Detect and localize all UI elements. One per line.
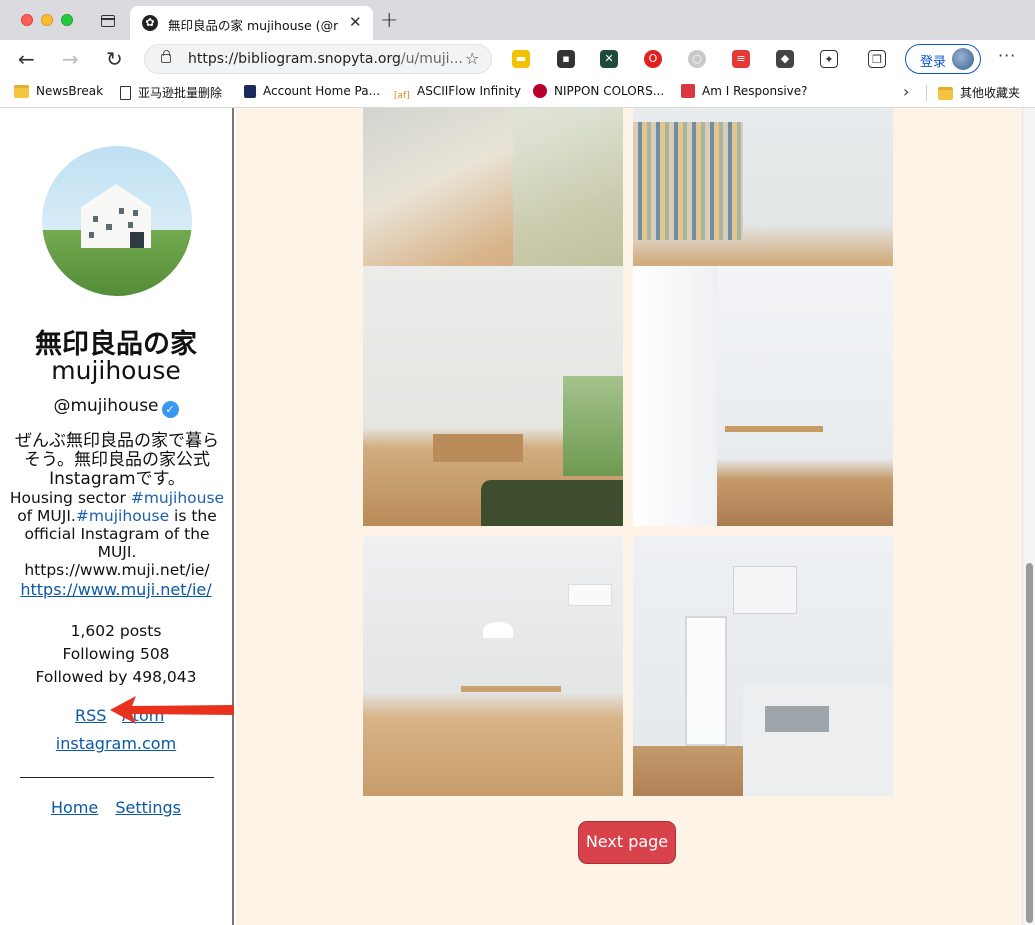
reload-icon[interactable]: ↻ (106, 47, 123, 71)
extension-notes-icon[interactable]: ▬ (512, 50, 530, 68)
browser-tab[interactable]: ✿ 無印良品の家 mujihouse (@mu ✕ (130, 6, 373, 40)
close-tab-icon[interactable]: ✕ (349, 13, 362, 31)
hashtag-link[interactable]: #mujihouse (76, 507, 169, 525)
photo-gallery: Next page (236, 108, 1022, 925)
instagram-link[interactable]: instagram.com (0, 734, 232, 753)
browser-toolbar: ← → ↻ https://bibliogram.snopyta.org/u/m… (0, 40, 1035, 78)
bookmark-amazon-delete[interactable]: 亚马逊批量删除 (120, 84, 222, 101)
close-window-button[interactable] (21, 14, 33, 26)
extension-circle-icon[interactable]: ○ (688, 50, 706, 68)
profile-stats: 1,602 posts Following 508 Followed by 49… (0, 620, 232, 689)
extensions-puzzle-icon[interactable]: ✦ (820, 50, 838, 68)
extension-diamond-icon[interactable]: ◆ (776, 50, 794, 68)
collections-icon[interactable]: ❐ (868, 50, 886, 68)
responsive-icon (681, 84, 695, 98)
folder-icon (938, 87, 953, 100)
home-link[interactable]: Home (51, 798, 98, 817)
rss-link[interactable]: RSS (75, 706, 106, 725)
url-text[interactable]: https://bibliogram.snopyta.org/u/muji... (188, 51, 463, 67)
more-menu-icon[interactable]: ··· (998, 46, 1016, 65)
profile-bio: ぜんぶ無印良品の家で暮らそう。無印良品の家公式Instagramです。 Hous… (9, 431, 225, 580)
scrollbar-thumb[interactable] (1026, 563, 1033, 923)
more-bookmarks-chevron-icon[interactable]: › (903, 82, 909, 101)
extension-x-icon[interactable]: ✕ (600, 50, 618, 68)
bookmark-separator (926, 85, 927, 101)
gallery-photo-3[interactable] (363, 266, 623, 526)
profile-avatar-icon (952, 48, 974, 70)
bookmark-other-favorites[interactable]: 其他收藏夹 (938, 84, 1020, 101)
minimize-window-button[interactable] (41, 14, 53, 26)
add-favorite-icon[interactable]: ☆ (465, 49, 479, 68)
bookmark-nippon-colors[interactable]: NIPPON COLORS... (533, 84, 664, 98)
circle-icon (533, 84, 547, 98)
maximize-window-button[interactable] (61, 14, 73, 26)
tab-title: 無印良品の家 mujihouse (@mu (168, 18, 338, 33)
extension-list-icon[interactable]: ≡ (732, 50, 750, 68)
page-scrollbar[interactable] (1022, 108, 1035, 925)
hashtag-link[interactable]: #mujihouse (131, 489, 224, 507)
annotation-arrow-icon (110, 696, 234, 724)
bookmark-asciiflow[interactable]: [af] ASCIIFlow Infinity (394, 84, 521, 104)
forward-arrow-icon[interactable]: → (62, 47, 79, 71)
extension-opera-icon[interactable]: O (644, 50, 662, 68)
gallery-photo-5[interactable] (363, 536, 623, 796)
address-bar[interactable]: https://bibliogram.snopyta.org/u/muji...… (144, 44, 492, 74)
new-tab-button[interactable]: + (380, 8, 398, 33)
profile-picture (42, 146, 192, 296)
folder-icon (14, 85, 29, 98)
bookmark-icon (244, 85, 256, 98)
gallery-photo-4[interactable] (633, 266, 893, 526)
followers-count: Followed by 498,043 (35, 668, 197, 686)
tab-actions-icon[interactable] (101, 15, 115, 27)
username: mujihouse (51, 356, 181, 385)
profile-sidebar: 無印良品の家 mujihouse @mujihouse ✓ ぜんぶ無印良品の家で暮… (0, 108, 234, 925)
posts-count: 1,602 posts (70, 622, 162, 640)
handle: @mujihouse ✓ (0, 396, 232, 418)
settings-link[interactable]: Settings (115, 798, 181, 817)
bookmark-newsbreak[interactable]: NewsBreak (14, 84, 103, 98)
browser-tab-bar: ✿ 無印良品の家 mujihouse (@mu ✕ + (0, 0, 1035, 40)
bookmark-am-i-responsive[interactable]: Am I Responsive? (681, 84, 808, 98)
back-arrow-icon[interactable]: ← (18, 47, 35, 71)
footer-links: Home Settings (0, 798, 232, 817)
house-image (81, 184, 151, 248)
gallery-photo-6[interactable] (633, 536, 893, 796)
bookmarks-bar: NewsBreak 亚马逊批量删除 Account Home Pa... [af… (0, 78, 1035, 108)
document-icon (120, 86, 131, 100)
verified-badge-icon: ✓ (161, 401, 179, 418)
sidebar-divider (20, 777, 214, 778)
asciiflow-icon: [af] (394, 91, 410, 101)
following-count: Following 508 (62, 645, 170, 663)
lock-icon[interactable] (161, 50, 171, 63)
extension-badge-icon[interactable]: ▪ (557, 50, 575, 68)
external-link[interactable]: https://www.muji.net/ie/ (0, 580, 232, 599)
login-button[interactable]: 登录 (905, 44, 981, 74)
bookmark-account-home[interactable]: Account Home Pa... (244, 84, 380, 98)
bibliogram-favicon-icon: ✿ (142, 15, 158, 31)
next-page-button[interactable]: Next page (578, 821, 676, 864)
